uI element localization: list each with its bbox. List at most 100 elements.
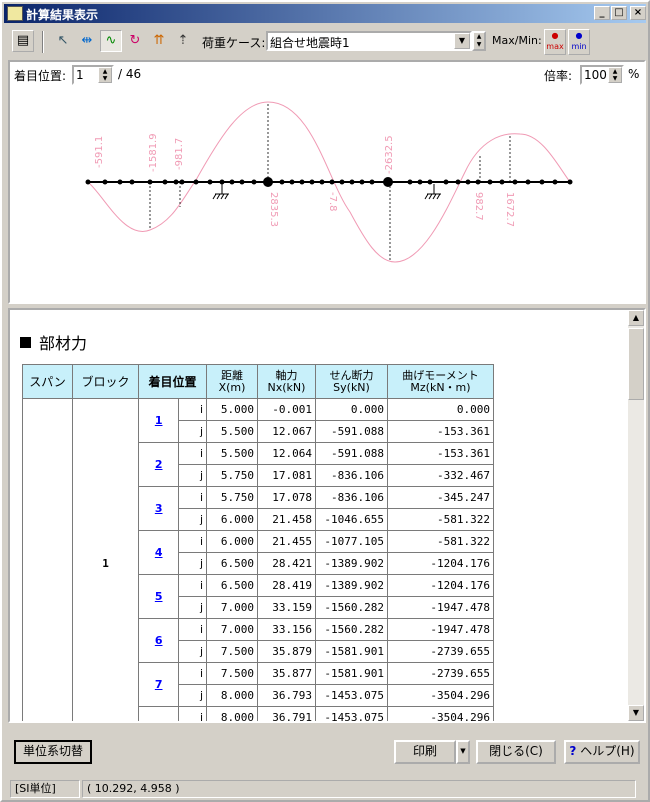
table-row: 1 1 i 5.000 -0.001 0.000 0.000 [22,398,494,721]
table-view-icon[interactable]: ▤ [12,30,34,52]
col-distance-unit: X(m) [218,380,246,394]
force-diagram-panel: 着目位置: 1 ▲ ▼ / 46 倍率: 100 ▲ ▼ % -591.1 -1… [8,60,646,304]
distance-cell: 5.750 [206,464,258,487]
diagram-value-label: -2632.5 [384,135,395,174]
help-button[interactable]: ? ヘルプ(H) [564,740,640,764]
min-toggle[interactable]: ● min [568,29,590,55]
axial-cell: 33.156 [257,618,316,641]
unit-switch-button[interactable]: 単位系切替 [14,740,92,764]
position-link[interactable]: 1 [155,414,163,427]
position-cell: 4 [137,530,180,575]
app-icon [7,6,23,21]
distance-cell: 5.500 [206,442,258,465]
position-cell: 7 [137,662,180,707]
deformation-icon[interactable]: ↖ [52,30,74,52]
col-axial: 軸力 Nx(kN) [257,364,316,399]
support-icon[interactable]: ⇡ [172,30,194,52]
position-link[interactable]: 5 [155,590,163,603]
col-distance: 距離 X(m) [206,364,258,399]
col-shear: せん断力 Sy(kN) [315,364,388,399]
moment-icon[interactable]: ↻ [124,30,146,52]
axial-cell: 12.067 [257,420,316,443]
shear-cell: -1581.901 [315,640,388,663]
moment-cell: -1947.478 [387,596,494,619]
ij-cell: j [178,508,207,531]
load-case-value: 組合せ地震時1 [270,36,350,50]
position-link[interactable]: 4 [155,546,163,559]
moment-cell: -2739.655 [387,662,494,685]
chevron-down-icon[interactable]: ▼ [454,33,470,49]
position-link[interactable]: 2 [155,458,163,471]
shear-force-icon[interactable]: ∿ [100,30,122,52]
section-title: 部材力 [20,330,87,354]
block-cell: 1 [72,398,139,721]
print-button[interactable]: 印刷 [394,740,456,764]
axial-cell: 35.877 [257,662,316,685]
position-cell: 5 [137,574,180,619]
shear-cell: -1560.282 [315,596,388,619]
vertical-scrollbar[interactable]: ▲ ▼ [628,310,644,721]
axial-cell: 35.879 [257,640,316,663]
shear-cell: -1560.282 [315,618,388,641]
col-shear-unit: Sy(kN) [333,380,370,394]
span-cell [22,398,73,721]
axial-cell: 21.458 [257,508,316,531]
position-link[interactable]: 7 [155,678,163,691]
print-dropdown-icon[interactable]: ▼ [456,740,470,764]
distance-cell: 5.500 [206,420,258,443]
help-button-label: ヘルプ(H) [580,744,635,758]
moment-cell: -581.322 [387,508,494,531]
distance-cell: 6.500 [206,552,258,575]
axial-cell: 12.064 [257,442,316,465]
hinge-node-icon [383,177,393,187]
shear-cell: -591.088 [315,420,388,443]
scroll-up-icon[interactable]: ▲ [628,310,644,326]
axial-force-icon[interactable]: ⇹ [76,30,98,52]
diagram-value-label: -591.1 [94,136,105,168]
close-window-button[interactable]: × [630,6,646,20]
scroll-thumb[interactable] [628,328,644,400]
axial-cell: 21.455 [257,530,316,553]
max-toggle[interactable]: ● max [544,29,566,55]
shear-cell: -1581.901 [315,662,388,685]
max-icon: ● [551,31,559,40]
distance-cell: 6.000 [206,530,258,553]
moment-cell: -345.247 [387,486,494,509]
position-cell: 2 [137,442,180,487]
position-link[interactable]: 6 [155,634,163,647]
shear-cell: -591.088 [315,442,388,465]
axial-cell: 28.421 [257,552,316,575]
diagram-value-label: -981.7 [174,138,185,170]
status-unit: [SI単位] [10,780,80,798]
diagram-value-label: -7.8 [327,192,338,212]
position-link[interactable]: 3 [155,502,163,515]
close-button[interactable]: 閉じる(C) [476,740,556,764]
maximize-button[interactable]: □ [611,6,627,20]
distance-cell: 7.500 [206,662,258,685]
distance-cell: 6.000 [206,508,258,531]
reaction-icon[interactable]: ⇈ [148,30,170,52]
ij-cell: i [178,706,207,721]
moment-cell: -332.467 [387,464,494,487]
distance-cell: 5.000 [206,398,258,421]
axial-cell: 36.791 [257,706,316,721]
axial-cell: 17.078 [257,486,316,509]
col-span: スパン [22,364,73,399]
minimize-button[interactable]: _ [594,6,610,20]
load-case-select[interactable]: 組合せ地震時1 ▼ [266,31,472,51]
moment-cell: 0.000 [387,398,494,421]
table-header-row: スパン ブロック 着目位置 距離 X(m) 軸力 Nx(kN) せん断力 Sy(kN)… [22,364,494,399]
maxmin-label: Max/Min: [492,34,542,47]
moment-cell: -153.361 [387,420,494,443]
ij-cell: j [178,640,207,663]
status-coords: ( 10.292, 4.958 ) [82,780,636,798]
col-block: ブロック [72,364,139,399]
load-case-spinner[interactable]: ▲ ▼ [472,31,486,51]
ij-cell: j [178,552,207,575]
diagram-value-label: -1581.9 [148,133,159,172]
ij-cell: j [178,464,207,487]
axial-cell: 17.081 [257,464,316,487]
scroll-down-icon[interactable]: ▼ [628,705,644,721]
position-cell: 1 [137,398,180,443]
min-label: min [571,42,587,51]
